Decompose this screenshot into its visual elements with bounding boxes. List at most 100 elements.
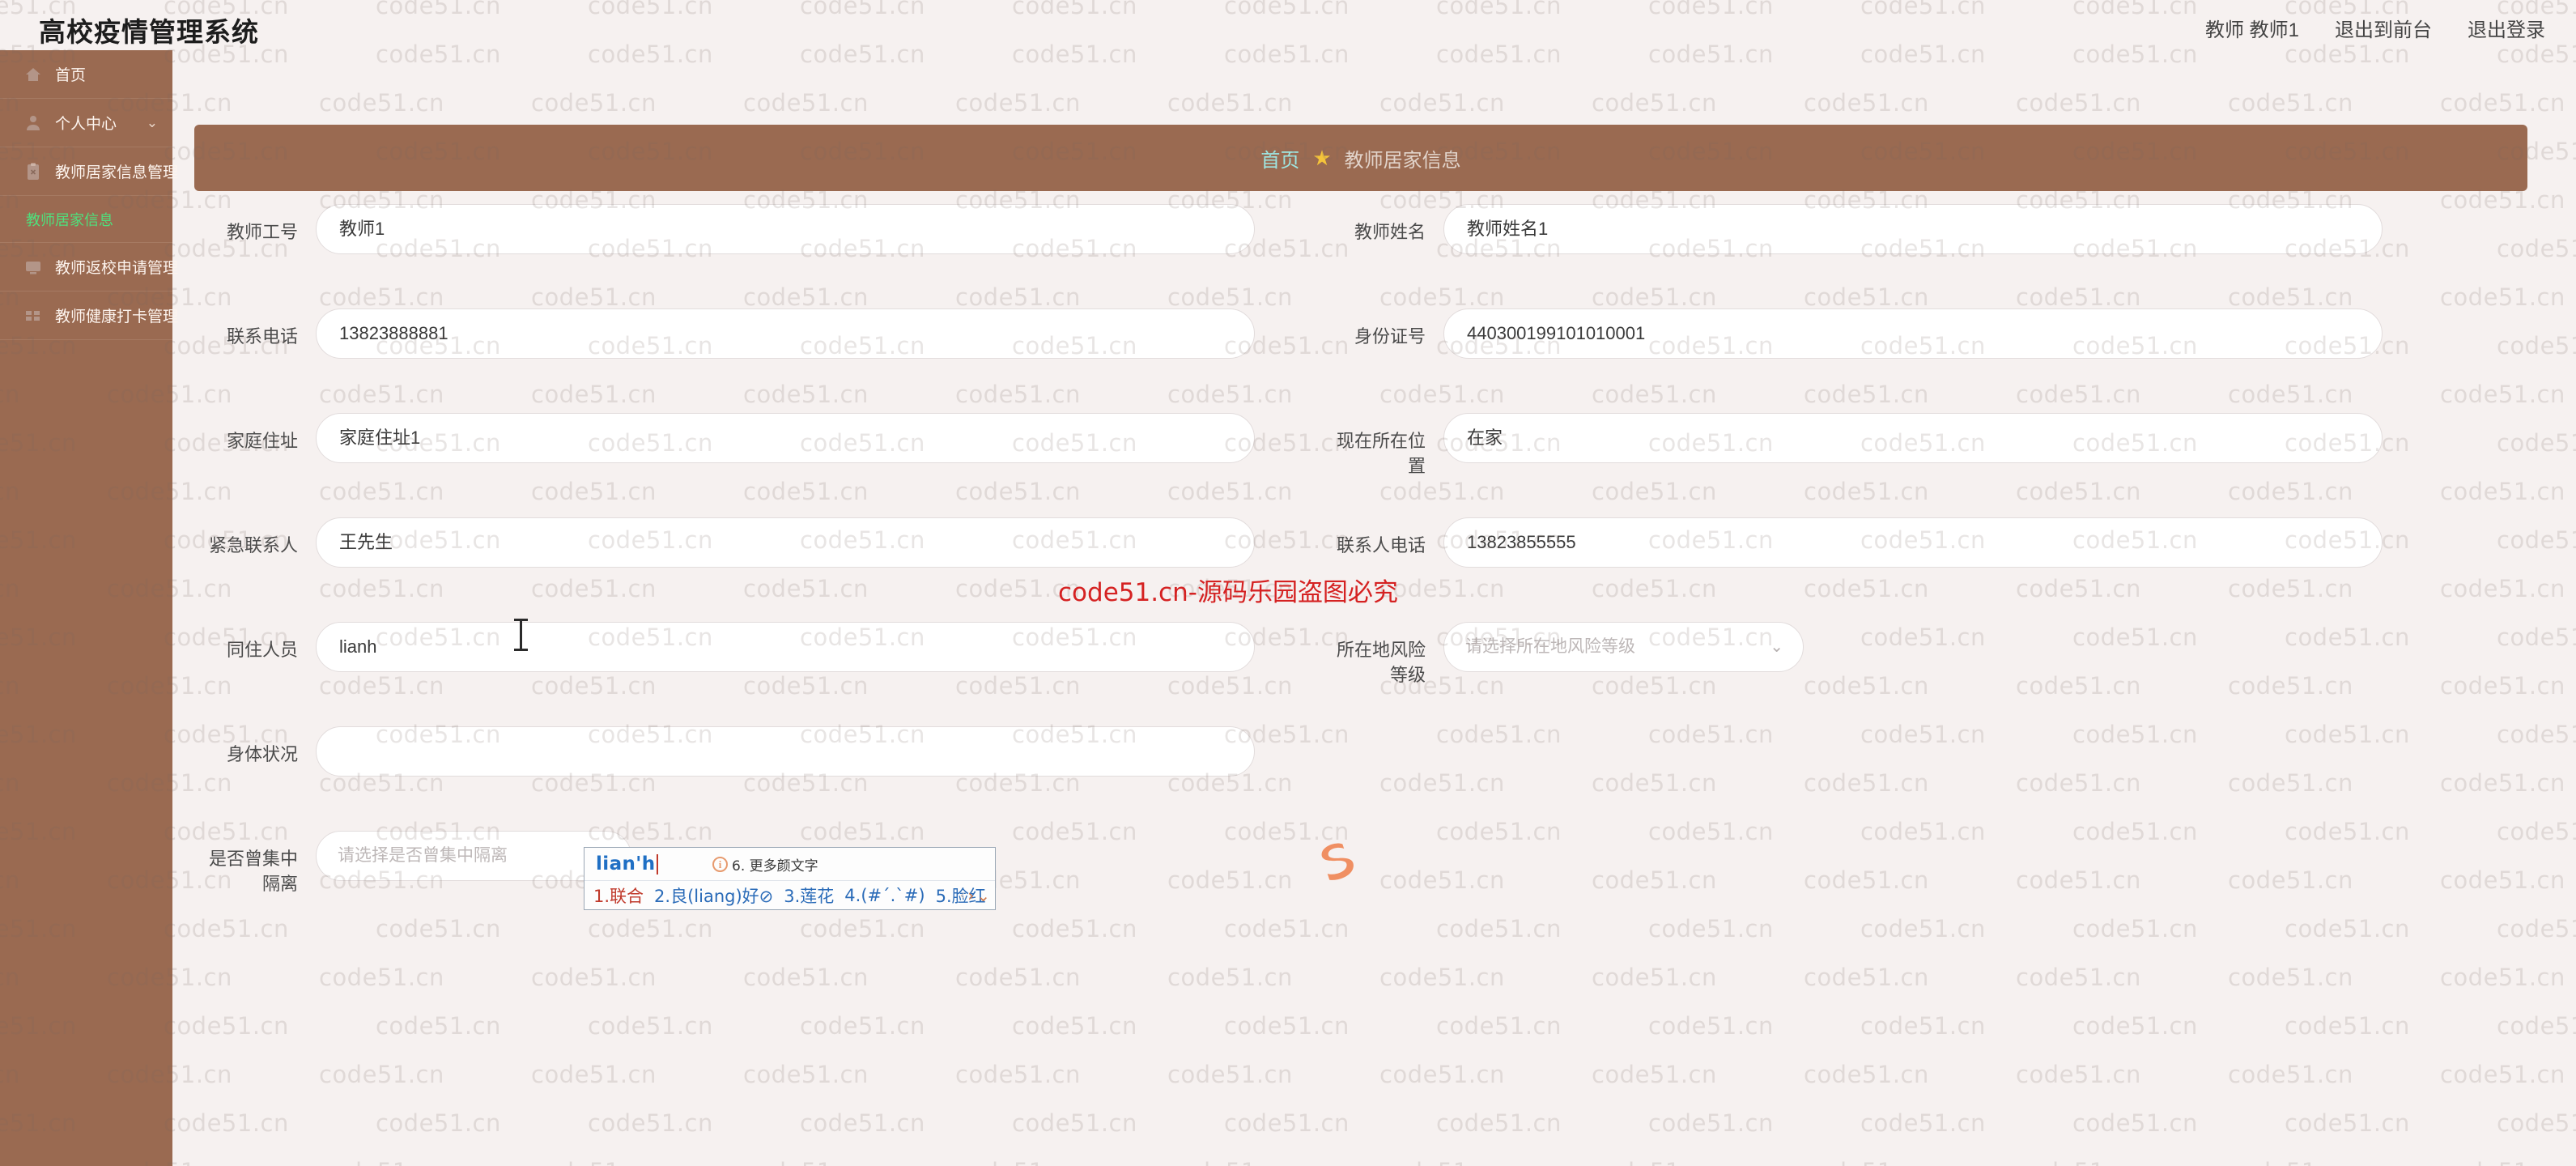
field-control: 13823855555: [1443, 517, 2383, 568]
field-control: 在家: [1443, 413, 2383, 463]
teacher-home-info-form: 教师工号 教师1 教师姓名 教师姓名1 联系电话 13823888881 身份证号 44030…: [172, 204, 2576, 935]
monitor-icon: [23, 257, 44, 278]
ime-candidate[interactable]: 2.良(liang)好⊘: [654, 883, 773, 908]
text-input[interactable]: [316, 726, 1255, 777]
ime-input-row: lian'h i 6. 更多颜文字: [584, 848, 995, 881]
ime-pinyin-text: lian'h: [596, 853, 656, 874]
select-placeholder: 请选择所在地风险等级: [1465, 637, 1635, 656]
sidebar-item-label: 教师健康打卡管理: [55, 309, 179, 326]
field-control: 教师姓名1: [1443, 204, 2383, 254]
form-field: 家庭住址 家庭住址1: [194, 413, 1255, 463]
red-watermark: code51.cn-源码乐园盗图必究: [1058, 578, 1398, 607]
form-field: 教师姓名 教师姓名1: [1322, 204, 2383, 254]
select-field[interactable]: 请选择所在地风险等级 ⌄: [1443, 622, 1804, 672]
ime-text-caret: [657, 853, 659, 874]
field-label: 联系人电话: [1336, 535, 1426, 555]
form-field: 现在所在位置 在家: [1322, 413, 2383, 479]
sidebar-subitem-label: 教师居家信息: [26, 211, 113, 228]
field-label: 教师姓名: [1354, 222, 1426, 242]
sidebar-item-personal-center[interactable]: 个人中心 ⌄: [0, 99, 172, 147]
sidebar-item-label: 教师返校申请管理: [55, 260, 179, 277]
field-control: 13823888881: [316, 309, 1255, 359]
info-icon: i: [712, 857, 728, 872]
field-label: 紧急联系人: [208, 535, 298, 555]
field-control: [316, 726, 1255, 777]
grid-icon: [23, 305, 44, 326]
field-control: 请选择所在地风险等级 ⌄: [1443, 622, 2383, 672]
chevron-up-icon: ⌃: [146, 163, 158, 179]
ime-candidate-popup[interactable]: lian'h i 6. 更多颜文字 1.联合 2.良(liang)好⊘ 3.莲花 4.…: [584, 847, 996, 910]
form-row: 身体状况: [172, 726, 2576, 831]
text-input[interactable]: lianh: [316, 622, 1255, 672]
text-input[interactable]: 13823855555: [1443, 517, 2383, 568]
form-field: 教师工号 教师1: [194, 204, 1255, 254]
form-field: 联系人电话 13823855555: [1322, 517, 2383, 568]
field-control: 王先生: [316, 517, 1255, 568]
main-content: 首页 ★ 教师居家信息 教师工号 教师1 教师姓名 教师姓名1 联系电话 13823888…: [172, 50, 2576, 1166]
sogou-logo: [1321, 843, 1354, 880]
sidebar: 首页 个人中心 ⌄ 教师居家信息管理 ⌃ 教师居家信息 教师返校申请管理 教师健…: [0, 50, 178, 1166]
field-control: 440300199101010001: [1443, 309, 2383, 359]
text-input[interactable]: 440300199101010001: [1443, 309, 2383, 359]
header-user-label[interactable]: 教师 教师1: [2205, 14, 2299, 42]
text-input[interactable]: 王先生: [316, 517, 1255, 568]
field-label: 身体状况: [226, 744, 298, 764]
field-label: 联系电话: [226, 326, 298, 347]
form-row: 是否曾集中隔离 请选择是否曾集中隔离 ⌄: [172, 831, 2576, 935]
page-title: 高校疫情管理系统: [39, 17, 259, 47]
form-field: 同住人员 lianh: [194, 619, 1255, 672]
sidebar-subitem-teacher-home-info[interactable]: 教师居家信息: [0, 196, 172, 243]
ime-candidate[interactable]: 3.莲花: [784, 883, 834, 908]
sidebar-item-label: 教师居家信息管理: [55, 164, 179, 181]
ime-candidate[interactable]: 4.(#ˊ.ˋ#): [844, 886, 925, 905]
form-field: 身体状况: [194, 726, 1255, 777]
field-label: 教师工号: [226, 222, 298, 242]
chevron-left-icon[interactable]: ‹: [959, 887, 965, 904]
chevron-down-icon[interactable]: ⌄: [976, 886, 990, 905]
ime-hint-group[interactable]: i 6. 更多颜文字: [712, 854, 818, 874]
breadcrumb-home-link[interactable]: 首页: [1260, 144, 1299, 172]
home-icon: [23, 64, 44, 85]
sidebar-item-teacher-home-info-mgmt[interactable]: 教师居家信息管理 ⌃: [0, 147, 178, 196]
chevron-down-icon: ⌄: [1770, 638, 1783, 656]
sidebar-item-label: 首页: [55, 67, 87, 84]
text-input[interactable]: 教师1: [316, 204, 1255, 254]
sidebar-item-teacher-health-checkin-mgmt[interactable]: 教师健康打卡管理: [0, 292, 178, 340]
form-row: 同住人员 lianh 所在地风险等级 请选择所在地风险等级 ⌄: [172, 619, 2576, 726]
logout-link[interactable]: 退出登录: [2468, 14, 2545, 42]
ime-nav-group[interactable]: ‹ › ⌄: [959, 886, 990, 905]
text-input[interactable]: 教师姓名1: [1443, 204, 2383, 254]
header-links: 教师 教师1 退出到前台 退出登录: [2205, 14, 2545, 42]
chevron-right-icon[interactable]: ›: [967, 886, 974, 905]
user-icon: [23, 113, 44, 134]
field-label: 现在所在位置: [1336, 431, 1426, 476]
form-row: 教师工号 教师1 教师姓名 教师姓名1: [172, 204, 2576, 309]
sidebar-item-home[interactable]: 首页: [0, 50, 172, 99]
form-field: 紧急联系人 王先生: [194, 517, 1255, 568]
text-input[interactable]: 在家: [1443, 413, 2383, 463]
exit-to-frontend-link[interactable]: 退出到前台: [2335, 14, 2432, 42]
ime-candidate[interactable]: 1.联合: [593, 883, 644, 908]
star-icon: ★: [1312, 145, 1332, 170]
form-field: 身份证号 440300199101010001: [1322, 309, 2383, 359]
text-input[interactable]: 家庭住址1: [316, 413, 1255, 463]
ime-hint-label: 6. 更多颜文字: [732, 858, 818, 874]
form-field: 联系电话 13823888881: [194, 309, 1255, 359]
text-input[interactable]: 13823888881: [316, 309, 1255, 359]
form-row: 家庭住址 家庭住址1 现在所在位置 在家: [172, 413, 2576, 517]
field-control: lianh: [316, 619, 1255, 672]
field-label: 身份证号: [1354, 326, 1426, 347]
clipboard-icon: [23, 161, 44, 182]
field-label: 是否曾集中隔离: [208, 849, 298, 894]
sidebar-item-label: 个人中心: [55, 116, 117, 133]
field-control: 家庭住址1: [316, 413, 1255, 463]
field-label: 所在地风险等级: [1336, 640, 1426, 685]
field-control: 教师1: [316, 204, 1255, 254]
ime-candidate-row: 1.联合 2.良(liang)好⊘ 3.莲花 4.(#ˊ.ˋ#) 5.脸红 ‹ › ⌄: [584, 881, 995, 910]
breadcrumb: 首页 ★ 教师居家信息: [194, 125, 2527, 191]
field-label: 同住人员: [226, 640, 298, 660]
sidebar-item-teacher-return-apply-mgmt[interactable]: 教师返校申请管理: [0, 243, 178, 292]
form-field: 所在地风险等级 请选择所在地风险等级 ⌄: [1322, 622, 2383, 687]
field-label: 家庭住址: [226, 431, 298, 451]
breadcrumb-current: 教师居家信息: [1344, 149, 1461, 172]
